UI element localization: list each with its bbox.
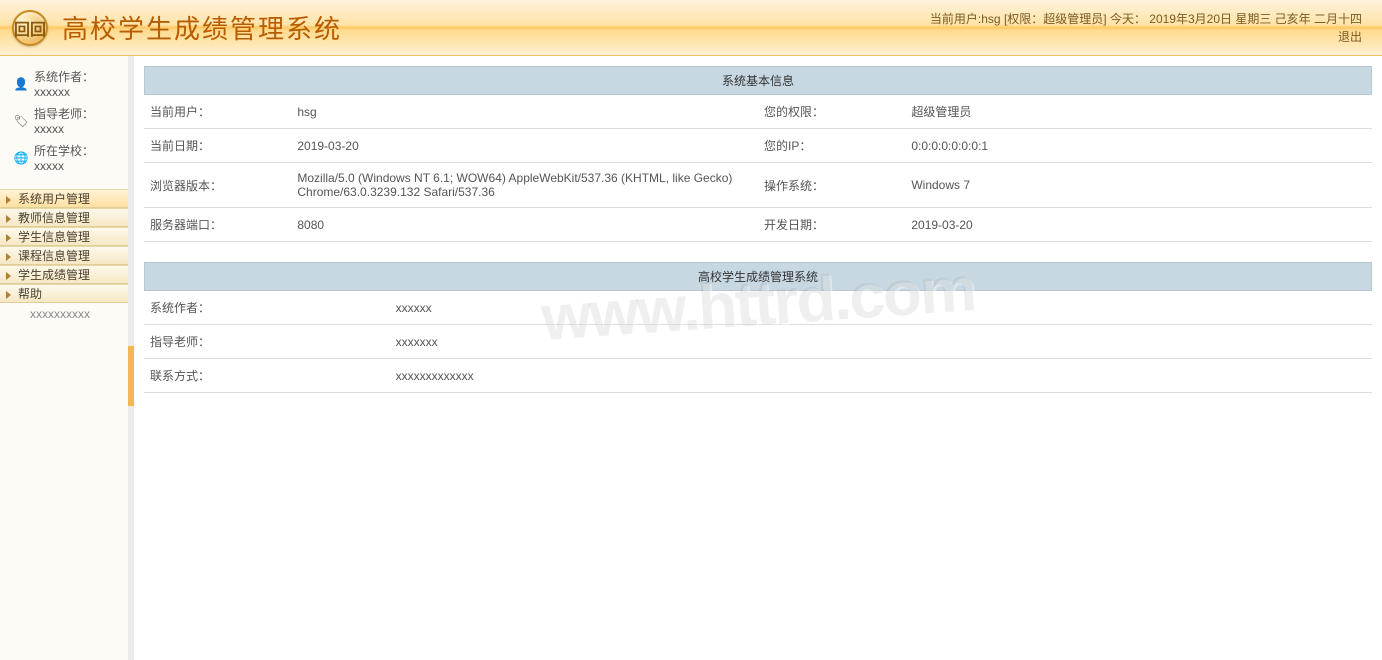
table-row: 当前日期： 2019-03-20 您的IP： 0:0:0:0:0:0:0:1 bbox=[144, 129, 1372, 163]
about-table: 系统作者： xxxxxx 指导老师： xxxxxxx 联系方式： xxxxxxx… bbox=[144, 291, 1372, 393]
menu-student-info[interactable]: 学生信息管理 bbox=[0, 227, 128, 246]
label-permission: 您的权限： bbox=[758, 95, 905, 129]
table-row: 浏览器版本： Mozilla/5.0 (Windows NT 6.1; WOW6… bbox=[144, 163, 1372, 208]
menu-system-user[interactable]: 系统用户管理 bbox=[0, 189, 128, 208]
tag-icon: 🏷 bbox=[14, 114, 28, 128]
label-contact: 联系方式： bbox=[144, 359, 390, 393]
user-icon: 👤 bbox=[14, 77, 28, 91]
label-date: 当前日期： bbox=[144, 129, 291, 163]
value-date: 2019-03-20 bbox=[291, 129, 758, 163]
sidebar: 👤 系统作者：xxxxxx 🏷 指导老师：xxxxx 🌐 所在学校：xxxxx … bbox=[0, 56, 134, 660]
label-devdate: 开发日期： bbox=[758, 208, 905, 242]
label-browser: 浏览器版本： bbox=[144, 163, 291, 208]
app-title: 高校学生成绩管理系统 bbox=[62, 9, 342, 46]
value-ip: 0:0:0:0:0:0:0:1 bbox=[905, 129, 1372, 163]
value-os: Windows 7 bbox=[905, 163, 1372, 208]
table-row: 当前用户： hsg 您的权限： 超级管理员 bbox=[144, 95, 1372, 129]
content: www.httrd.com 系统基本信息 当前用户： hsg 您的权限： 超级管… bbox=[134, 56, 1382, 660]
label-ip: 您的IP： bbox=[758, 129, 905, 163]
sidebar-teacher-label: 指导老师：xxxxx bbox=[34, 105, 118, 136]
value-author: xxxxxx bbox=[390, 291, 1372, 325]
label-os: 操作系统： bbox=[758, 163, 905, 208]
menu-score[interactable]: 学生成绩管理 bbox=[0, 265, 128, 284]
value-devdate: 2019-03-20 bbox=[905, 208, 1372, 242]
label-author: 系统作者： bbox=[144, 291, 390, 325]
panel-about: 高校学生成绩管理系统 系统作者： xxxxxx 指导老师： xxxxxxx 联系… bbox=[144, 262, 1372, 393]
panel-sysinfo: 系统基本信息 当前用户： hsg 您的权限： 超级管理员 当前日期： 2019-… bbox=[144, 66, 1372, 242]
sidebar-school-label: 所在学校：xxxxx bbox=[34, 142, 118, 173]
table-row: 系统作者： xxxxxx bbox=[144, 291, 1372, 325]
label-current-user: 当前用户： bbox=[144, 95, 291, 129]
value-permission: 超级管理员 bbox=[905, 95, 1372, 129]
label-teacher: 指导老师： bbox=[144, 325, 390, 359]
menu-help-sub[interactable]: xxxxxxxxxx bbox=[0, 303, 128, 325]
panel-sysinfo-title: 系统基本信息 bbox=[144, 66, 1372, 95]
logout-link[interactable]: 退出 bbox=[1338, 30, 1362, 44]
table-row: 联系方式： xxxxxxxxxxxxx bbox=[144, 359, 1372, 393]
value-port: 8080 bbox=[291, 208, 758, 242]
panel-about-title: 高校学生成绩管理系统 bbox=[144, 262, 1372, 291]
value-browser: Mozilla/5.0 (Windows NT 6.1; WOW64) Appl… bbox=[291, 163, 758, 208]
sysinfo-table: 当前用户： hsg 您的权限： 超级管理员 当前日期： 2019-03-20 您… bbox=[144, 95, 1372, 242]
header: 回回 高校学生成绩管理系统 当前用户:hsg [权限：超级管理员] 今天： 20… bbox=[0, 0, 1382, 56]
status-line: 当前用户:hsg [权限：超级管理员] 今天： 2019年3月20日 星期三 己… bbox=[930, 10, 1362, 28]
logo-icon: 回回 bbox=[12, 10, 48, 46]
globe-icon: 🌐 bbox=[14, 151, 28, 165]
table-row: 指导老师： xxxxxxx bbox=[144, 325, 1372, 359]
table-row: 服务器端口： 8080 开发日期： 2019-03-20 bbox=[144, 208, 1372, 242]
sidebar-teacher: 🏷 指导老师：xxxxx bbox=[14, 105, 118, 136]
menu-course-info[interactable]: 课程信息管理 bbox=[0, 246, 128, 265]
sidebar-author-label: 系统作者：xxxxxx bbox=[34, 68, 118, 99]
header-status: 当前用户:hsg [权限：超级管理员] 今天： 2019年3月20日 星期三 己… bbox=[930, 10, 1362, 46]
sidebar-author: 👤 系统作者：xxxxxx bbox=[14, 68, 118, 99]
sidebar-info: 👤 系统作者：xxxxxx 🏷 指导老师：xxxxx 🌐 所在学校：xxxxx bbox=[0, 56, 128, 189]
label-port: 服务器端口： bbox=[144, 208, 291, 242]
value-current-user: hsg bbox=[291, 95, 758, 129]
menu-help[interactable]: 帮助 bbox=[0, 284, 128, 303]
menu-teacher-info[interactable]: 教师信息管理 bbox=[0, 208, 128, 227]
sidebar-school: 🌐 所在学校：xxxxx bbox=[14, 142, 118, 173]
value-teacher: xxxxxxx bbox=[390, 325, 1372, 359]
value-contact: xxxxxxxxxxxxx bbox=[390, 359, 1372, 393]
